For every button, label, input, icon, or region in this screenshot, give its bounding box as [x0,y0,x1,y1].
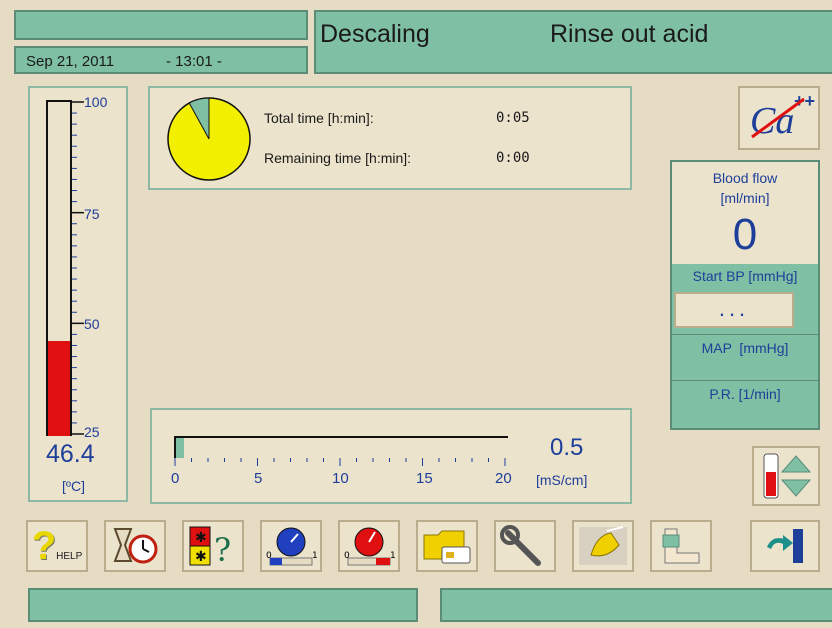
thermometer-ticks [72,101,84,435]
calcium-icon: Ca ++ [744,91,815,143]
help-button[interactable]: ? HELP [26,520,88,572]
program-title: Descaling [320,20,430,48]
red-gauge-button[interactable]: 0 1 [338,520,400,572]
temperature-panel: 100 75 50 25 46.4 [ºC] [28,86,128,502]
svg-text:?: ? [214,531,231,567]
blue-gauge-button[interactable]: 0 1 [260,520,322,572]
blood-flow-value: 0 [732,210,758,259]
cond-label-15: 15 [416,470,433,487]
thermo-label-50: 50 [84,316,100,332]
divider [672,380,818,381]
blood-flow-label: Blood flow [712,170,778,186]
timer-alarm-icon [113,528,158,564]
start-bp-button[interactable]: ... [674,292,794,328]
map-label: MAP [mmHg] [701,340,789,356]
temperature-value: 46.4 [46,440,95,468]
conductivity-value: 0.5 [550,434,584,461]
folder-card-icon [423,530,471,564]
folder-button[interactable] [416,520,478,572]
exit-door-icon [767,529,803,563]
header-blank-field [14,10,308,40]
calcium-strike [751,97,805,139]
thermo-label-25: 25 [84,424,100,440]
blood-flow-unit: [ml/min] [720,190,770,206]
exit-button[interactable] [750,520,820,572]
pr-label: P.R. [1/min] [709,386,781,402]
divider [672,334,818,335]
help-icon: ? HELP [32,526,83,566]
total-time-value: 0:05 [496,110,530,126]
datetime-bar: Sep 21, 2011 - 13:01 - [14,46,308,74]
thermo-label-75: 75 [84,206,100,222]
arm-icon [662,528,700,564]
patient-arm-button[interactable] [650,520,712,572]
question-mark: ? [31,524,57,568]
blue-gauge-icon: 0 1 [266,527,318,566]
temperature-adjust-button[interactable] [752,446,820,506]
thermometer-fill [48,341,70,436]
status-header: Descaling Rinse out acid [314,10,832,74]
remaining-time-value: 0:00 [496,150,530,166]
time-text: - 13:01 - [166,53,222,70]
thermometer-updown-icon [763,453,812,499]
date-text: Sep 21, 2011 [26,53,115,70]
svg-text:✱: ✱ [195,549,207,565]
thermo-label-100: 100 [84,94,108,110]
alarm-info-icon: ✱ ✱ ? [189,526,231,567]
blood-flow-section: Blood flow [ml/min] 0 [672,162,818,264]
svg-text:0: 0 [266,551,272,561]
status-bar-right [440,588,832,622]
svg-text:1: 1 [390,551,396,561]
start-bp-label: Start BP [mmHg] [692,268,798,284]
conductivity-ticks [174,458,506,466]
cleaning-button[interactable] [572,520,634,572]
wrench-icon [500,525,541,566]
blood-panel: Blood flow [ml/min] 0 Start BP [mmHg] ..… [670,160,820,430]
temperature-unit: [ºC] [62,478,86,494]
calcium-button[interactable]: Ca ++ [738,86,820,150]
step-title: Rinse out acid [550,20,709,48]
svg-text:0: 0 [344,551,350,561]
progress-pie [167,97,251,181]
cond-label-20: 20 [495,470,512,487]
service-button[interactable] [494,520,556,572]
timer-panel: Total time [h:min]: 0:05 Remaining time … [148,86,632,190]
cond-label-10: 10 [332,470,349,487]
conductivity-panel: 0 5 10 15 20 0.5 [mS/cm] [150,408,632,504]
conductivity-bar [174,436,508,458]
svg-text:✱: ✱ [195,530,207,546]
conductivity-fill [176,438,184,458]
help-label: HELP [56,551,83,562]
svg-text:1: 1 [312,551,318,561]
timer-button[interactable] [104,520,166,572]
conductivity-unit: [mS/cm] [536,472,588,488]
cleaning-icon [579,526,627,565]
cond-label-5: 5 [254,470,263,487]
cond-label-0: 0 [171,470,180,487]
status-bar-left [28,588,418,622]
red-gauge-icon: 0 1 [344,527,396,566]
total-time-label: Total time [h:min]: [264,110,374,126]
remaining-time-label: Remaining time [h:min]: [264,150,412,166]
alarm-info-button[interactable]: ✱ ✱ ? [182,520,244,572]
